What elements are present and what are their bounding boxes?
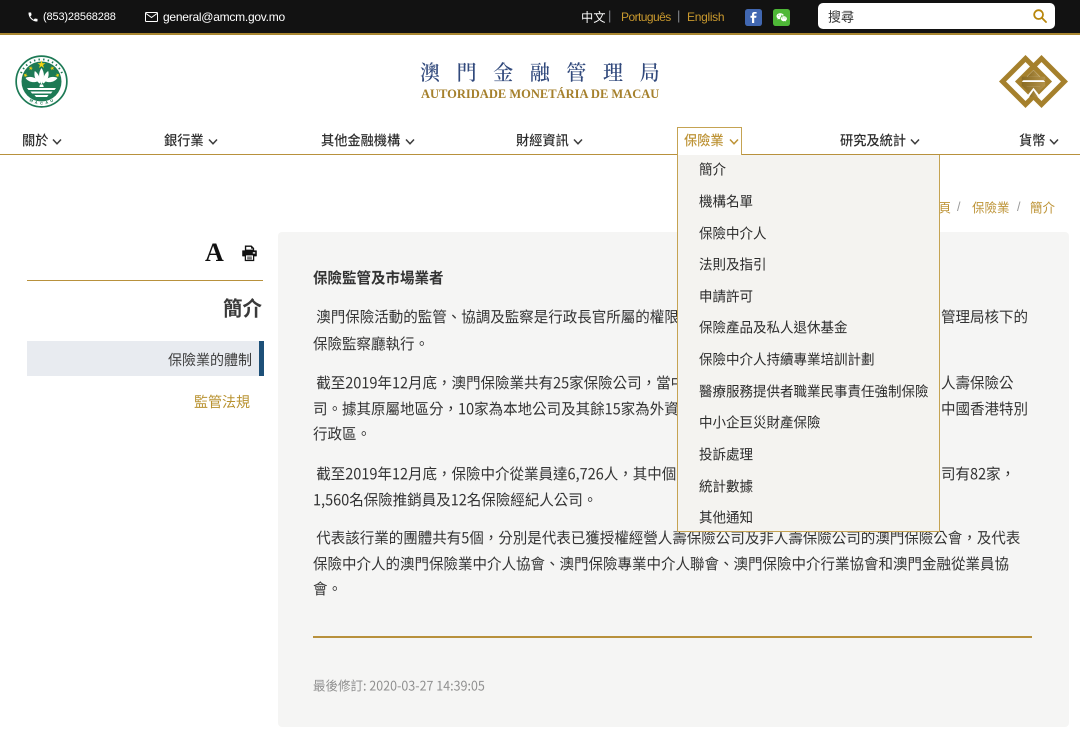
svg-text:C: C bbox=[40, 101, 43, 106]
